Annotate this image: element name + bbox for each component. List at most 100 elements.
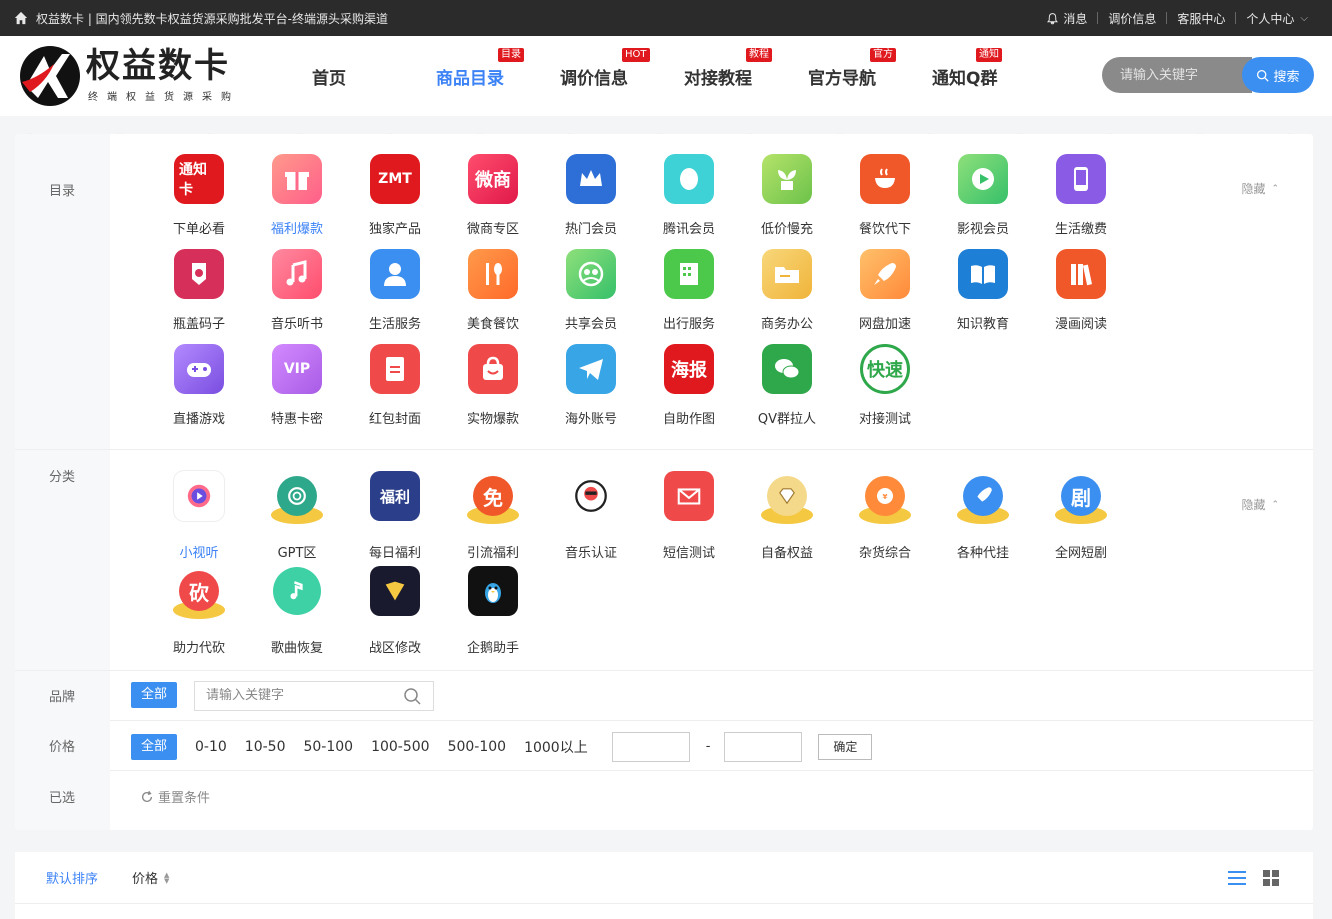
catalog-item[interactable]: 直播游戏	[150, 344, 248, 439]
brand-search-input[interactable]	[195, 688, 395, 703]
catalog-item[interactable]: 生活服务	[346, 249, 444, 344]
site-title: 权益数卡 | 国内领先数卡权益货源采购批发平台-终端源头采购渠道	[36, 11, 389, 26]
envelope-icon	[663, 470, 715, 522]
price-range-option[interactable]: 1000以上	[524, 737, 588, 757]
catalog-item[interactable]: 热门会员	[542, 154, 640, 249]
category-item[interactable]: 砍助力代砍	[150, 565, 248, 660]
shield-v-icon	[369, 565, 421, 617]
price-range-option[interactable]: 0-10	[195, 739, 227, 755]
price-info-link[interactable]: 调价信息	[1098, 10, 1166, 27]
catalog-item[interactable]: 实物爆款	[444, 344, 542, 439]
category-item[interactable]: ¥ 杂货综合	[836, 470, 934, 565]
category-item-label: 自备权益	[760, 546, 813, 561]
catalog-item[interactable]: 瓶盖码子	[150, 249, 248, 344]
catalog-item[interactable]: 网盘加速	[836, 249, 934, 344]
catalog-item[interactable]: 商务办公	[738, 249, 836, 344]
brand-all-button[interactable]: 全部	[131, 681, 178, 708]
nav-catalog[interactable]: 商品目录 目录	[414, 36, 538, 116]
category-item[interactable]: 剧全网短剧	[1032, 470, 1130, 565]
nav-tutorial[interactable]: 对接教程 教程	[662, 36, 786, 116]
category-item[interactable]: 免引流福利	[444, 470, 542, 565]
catalog-item[interactable]: 生活缴费	[1032, 154, 1130, 249]
category-hide-toggle[interactable]: 隐藏 ⌃	[1241, 496, 1279, 513]
catalog-row: 目录 通知卡 下单必看 福利爆款 ZMT 独家产品 微商 微商专区 热门会员 腾讯会员 低价慢充餐…	[15, 134, 1313, 450]
nav-home[interactable]: 首页	[290, 36, 414, 116]
nav-qq-group[interactable]: 通知Q群 通知	[910, 36, 1034, 116]
nav-price-info[interactable]: 调价信息 HOT	[538, 36, 662, 116]
site-title-link[interactable]: 权益数卡 | 国内领先数卡权益货源采购批发平台-终端源头采购渠道	[14, 10, 388, 27]
catalog-item[interactable]: 共享会员	[542, 249, 640, 344]
price-sort-label: 价格	[132, 872, 159, 887]
catalog-item-label: 特惠卡密	[270, 412, 323, 427]
home-icon	[14, 11, 28, 25]
selected-label: 已选	[15, 771, 110, 830]
catalog-item[interactable]: VIP 特惠卡密	[248, 344, 346, 439]
nav-official-guide[interactable]: 官方导航 官方	[786, 36, 910, 116]
catalog-item[interactable]: 海外账号	[542, 344, 640, 439]
price-min-input[interactable]	[611, 731, 690, 762]
price-all-button[interactable]: 全部	[131, 733, 178, 760]
catalog-item[interactable]: 餐饮代下	[836, 154, 934, 249]
catalog-item[interactable]: 美食餐饮	[444, 249, 542, 344]
category-item[interactable]: 歌曲恢复	[248, 565, 346, 660]
category-item-label: 引流福利	[466, 546, 519, 561]
catalog-item-label: 商务办公	[760, 317, 813, 332]
price-max-input[interactable]	[724, 731, 803, 762]
category-item[interactable]: 音乐认证	[542, 470, 640, 565]
logo[interactable]: 权益数卡 终端权益货源采购	[18, 42, 240, 106]
catalog-item[interactable]: 海报 自助作图	[640, 344, 738, 439]
category-item-label: 短信测试	[662, 546, 715, 561]
search-icon[interactable]	[403, 687, 421, 705]
search-button[interactable]: 搜索	[1242, 57, 1314, 93]
tile-text: 免	[483, 485, 503, 510]
category-item[interactable]: 小视听	[150, 470, 248, 565]
price-range-option[interactable]: 100-500	[371, 739, 430, 755]
brand-search	[194, 680, 434, 711]
catalog-item[interactable]: 微商 微商专区	[444, 154, 542, 249]
catalog-item[interactable]: 通知卡 下单必看	[150, 154, 248, 249]
catalog-item[interactable]: 低价慢充	[738, 154, 836, 249]
category-label: 分类	[15, 450, 110, 670]
catalog-item[interactable]: 快速 对接测试	[836, 344, 934, 439]
messages-link[interactable]: 消息	[1036, 10, 1097, 27]
catalog-item[interactable]: QV群拉人	[738, 344, 836, 439]
plant-icon	[762, 154, 812, 204]
price-range-option[interactable]: 500-100	[448, 739, 507, 755]
reset-button[interactable]: 重置条件	[140, 787, 210, 806]
personal-center-link[interactable]: 个人中心 ⌵	[1236, 10, 1318, 27]
catalog-item[interactable]: 漫画阅读	[1032, 249, 1130, 344]
messages-label: 消息	[1063, 11, 1088, 26]
grid-view-icon[interactable]	[1261, 868, 1281, 888]
default-sort-tab[interactable]: 默认排序	[46, 868, 98, 887]
price-range-option[interactable]: 10-50	[245, 739, 286, 755]
catalog-item[interactable]: 音乐听书	[248, 249, 346, 344]
category-item[interactable]: 短信测试	[640, 470, 738, 565]
search-input[interactable]	[1102, 57, 1252, 93]
category-item[interactable]: 福利 每日福利	[346, 470, 444, 565]
service-center-link[interactable]: 客服中心	[1167, 10, 1235, 27]
price-range-option[interactable]: 50-100	[303, 739, 353, 755]
category-item-label: 杂货综合	[858, 546, 911, 561]
catalog-item[interactable]: 腾讯会员	[640, 154, 738, 249]
catalog-item[interactable]: 福利爆款	[248, 154, 346, 249]
catalog-item-label: 福利爆款	[270, 222, 323, 237]
catalog-item[interactable]: ZMT 独家产品	[346, 154, 444, 249]
catalog-item[interactable]: 出行服务	[640, 249, 738, 344]
category-item[interactable]: 战区修改	[346, 565, 444, 660]
catalog-item[interactable]: 红包封面	[346, 344, 444, 439]
list-view-icon[interactable]	[1227, 868, 1247, 888]
category-item[interactable]: 自备权益	[738, 470, 836, 565]
red-packet-icon	[370, 344, 420, 394]
zmt-icon: ZMT	[370, 154, 420, 204]
group-icon	[566, 249, 616, 299]
price-confirm-button[interactable]: 确定	[818, 733, 873, 760]
catalog-item[interactable]: 影视会员	[934, 154, 1032, 249]
catalog-hide-toggle[interactable]: 隐藏 ⌃	[1241, 180, 1279, 197]
category-item[interactable]: 企鹅助手	[444, 565, 542, 660]
catalog-item[interactable]: 知识教育	[934, 249, 1032, 344]
category-item[interactable]: 各种代挂	[934, 470, 1032, 565]
category-row: 分类 小视听 GPT区 福利 每日福利免引流福利 音乐认证 短信测试 自备权益 ¥ 杂货综合 各种…	[15, 450, 1313, 671]
price-sort-tab[interactable]: 价格 ▲ ▼	[132, 868, 169, 887]
price-row: 价格 全部 0-10 10-50 50-100 100-500 500-100 …	[15, 720, 1313, 771]
category-item[interactable]: GPT区	[248, 470, 346, 565]
